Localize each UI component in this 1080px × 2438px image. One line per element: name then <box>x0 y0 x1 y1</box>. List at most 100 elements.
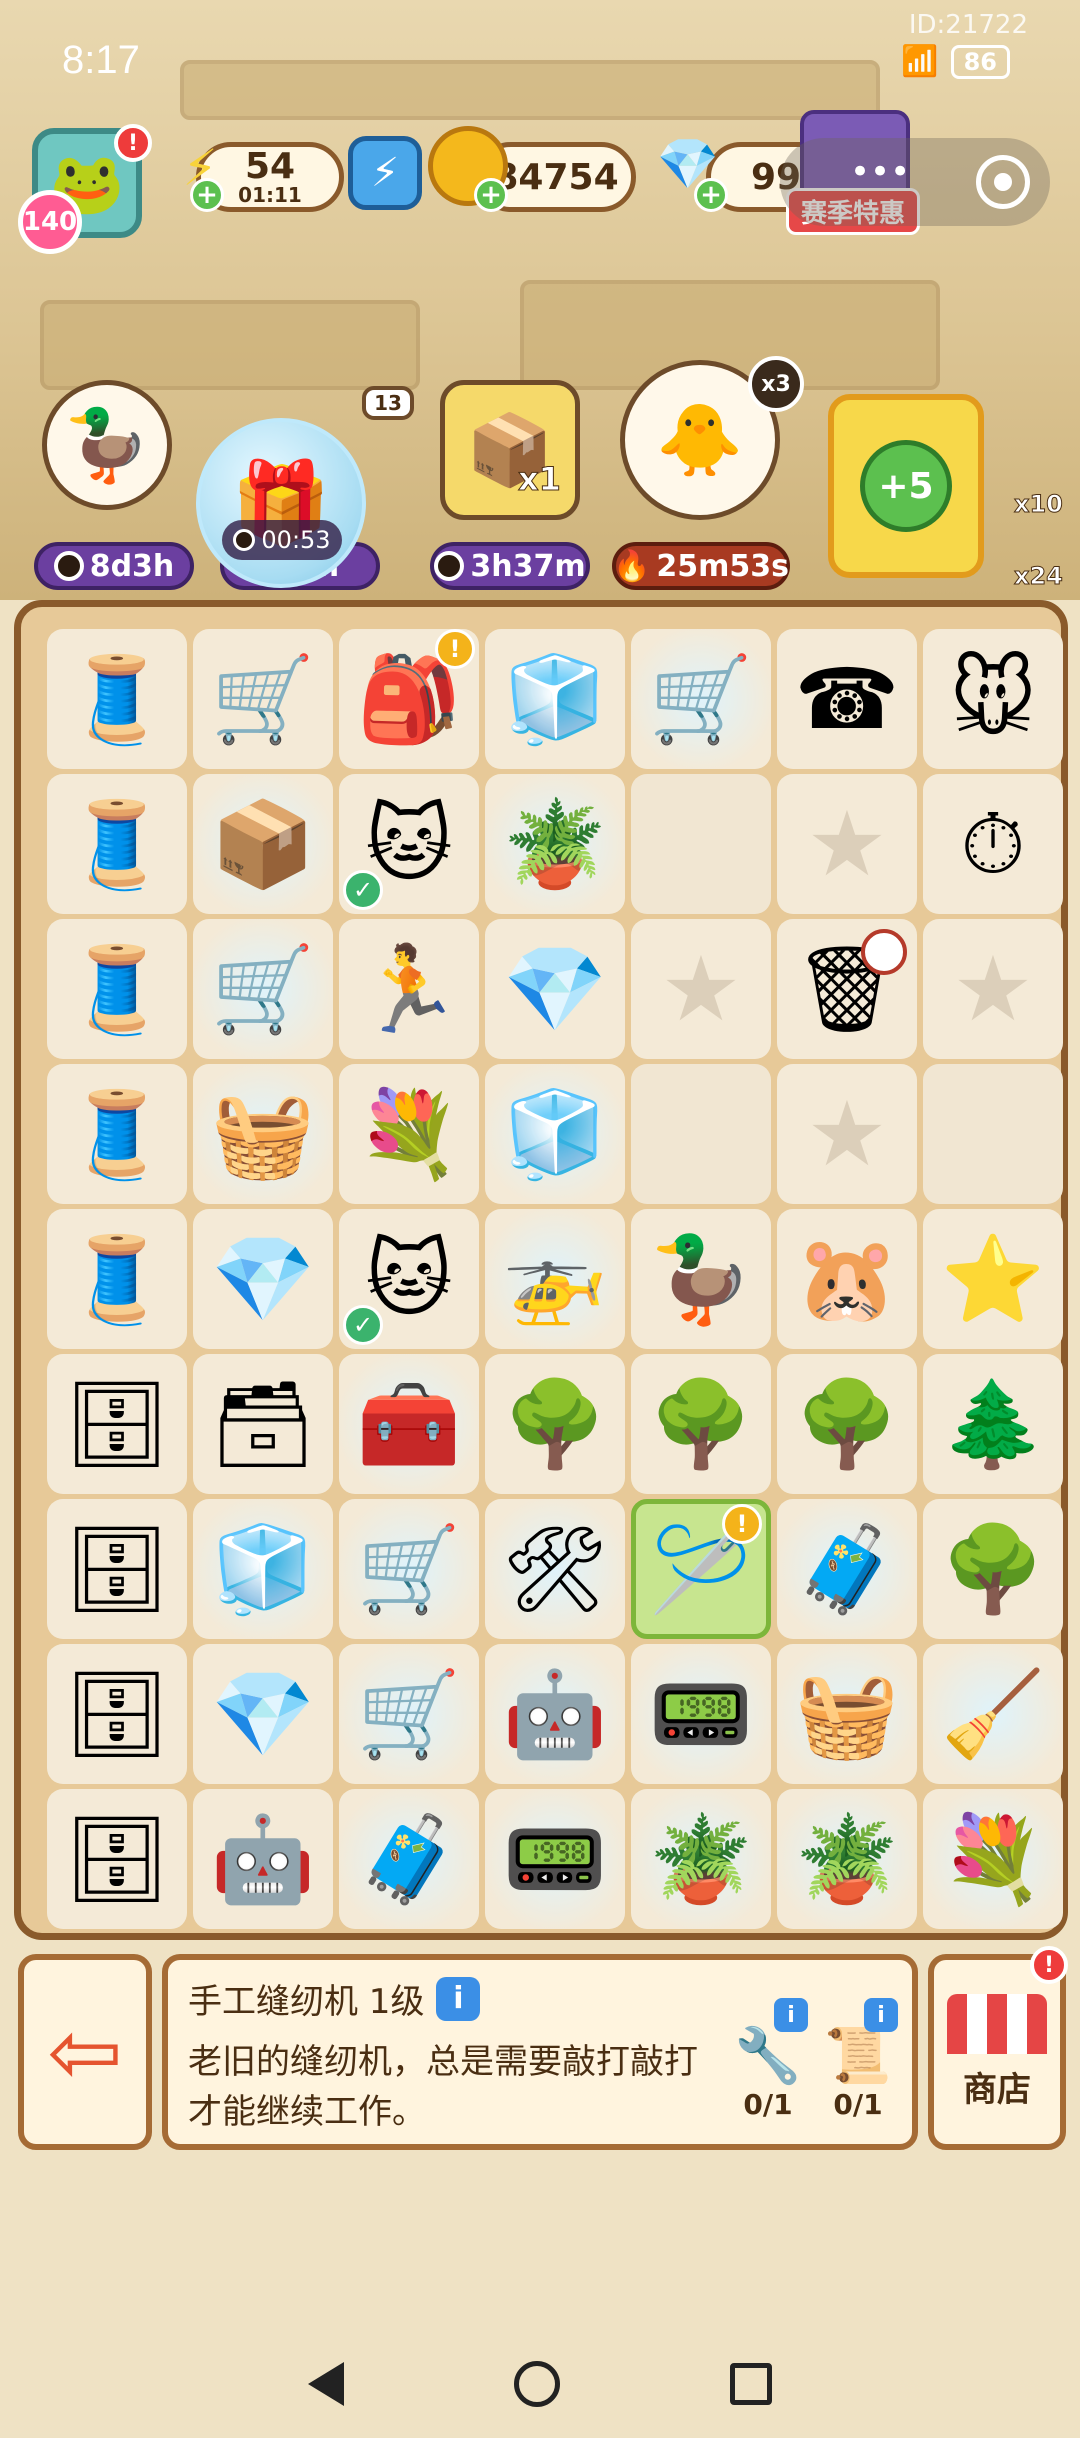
mouse-toy-icon: 🐭 <box>949 650 1037 748</box>
board-cell-shopping-cart[interactable]: 🛒 <box>193 919 333 1059</box>
vacuum-station-icon: 🧹 <box>940 1664 1046 1763</box>
board-cell-robot-vacuum[interactable]: 🤖 <box>485 1644 625 1784</box>
board-cell-tree[interactable]: 🌳 <box>923 1499 1063 1639</box>
requirement-drill[interactable]: i 🔧 0/1 <box>728 1998 808 2134</box>
mini-program-capsule[interactable]: ••• <box>780 138 1050 226</box>
board-cell-tree[interactable]: 🌳 <box>777 1354 917 1494</box>
board-cell-sewing-machine[interactable]: 🧵 <box>47 1064 187 1204</box>
back-nav-icon[interactable] <box>308 2362 344 2406</box>
board-cell-cart-duck[interactable]: 🛒 <box>339 1499 479 1639</box>
board-cell-green-case[interactable]: 🧳 <box>339 1789 479 1929</box>
board-cell-tall-cabinet[interactable]: 🗄 <box>47 1644 187 1784</box>
board-cell-cat-bed[interactable]: 🐱 ✓ <box>339 774 479 914</box>
gem-icon: 💎 <box>502 939 608 1038</box>
board-cell-cat-bed[interactable]: 🐱 ✓ <box>339 1209 479 1349</box>
bubble-gift-item[interactable]: 🎁 <box>196 418 366 588</box>
system-icons: 📶 86 <box>901 44 1010 79</box>
board-cell-robot-vacuum[interactable]: 🤖 <box>193 1789 333 1929</box>
board-cell-green-station[interactable]: 📟 <box>631 1644 771 1784</box>
board-cell-gems-pile[interactable]: 💎 <box>193 1209 333 1349</box>
gift-box-character[interactable]: 📦 <box>440 380 580 520</box>
board-cell-locked[interactable] <box>631 919 771 1059</box>
board-cell-potted-plant[interactable]: 🪴 <box>485 774 625 914</box>
board-cell-small-cabinet[interactable]: 🗃 <box>193 1354 333 1494</box>
board-cell-gem[interactable]: 💎 <box>485 919 625 1059</box>
board-cell-treadmill[interactable]: 🏃 <box>339 919 479 1059</box>
board-cell-green-machine[interactable]: 🧰 <box>339 1354 479 1494</box>
more-icon[interactable]: ••• <box>850 152 910 192</box>
add-gems-button[interactable]: + <box>694 178 728 212</box>
board-cell-sewing-machine[interactable]: 🧵 <box>47 629 187 769</box>
board-cell-duck-figure[interactable]: 🦆 <box>631 1209 771 1349</box>
stopwatch-icon: ⏱ <box>960 794 1026 893</box>
home-nav-icon[interactable] <box>514 2361 560 2407</box>
board-cell-empty[interactable] <box>631 774 771 914</box>
board-cell-empty[interactable] <box>631 1064 771 1204</box>
exit-button[interactable]: ⇦ <box>18 1954 152 2150</box>
board-cell-empty[interactable] <box>923 1064 1063 1204</box>
board-cell-locked[interactable] <box>923 919 1063 1059</box>
board-cell-sewing-machine[interactable]: 🧵 <box>47 1209 187 1349</box>
board-cell-stopwatch[interactable]: ⏱ <box>923 774 1063 914</box>
board-cell-fridge-pink[interactable]: 🧊 <box>193 1499 333 1639</box>
board-cell-hamster[interactable]: 🐹 <box>777 1209 917 1349</box>
recents-nav-icon[interactable] <box>730 2363 772 2405</box>
board-cell-cabinet[interactable]: 🗄 <box>47 1354 187 1494</box>
board-cell-trash-bag[interactable]: 🗑 <box>777 919 917 1059</box>
board-cell-topiary[interactable]: 🌲 <box>923 1354 1063 1494</box>
board-cell-mouse-toy[interactable]: 🐭 <box>923 629 1063 769</box>
fridge-open-icon: 🧊 <box>502 1084 608 1183</box>
board-cell-tree[interactable]: 🌳 <box>631 1354 771 1494</box>
board-cell-locked[interactable] <box>777 1064 917 1204</box>
board-cell-trolley-duck[interactable]: 🛒 <box>193 629 333 769</box>
board-cell-flower-basket[interactable]: 💐 <box>923 1789 1063 1929</box>
board-cell-vacuum-station[interactable]: 🧹 <box>923 1644 1063 1784</box>
board-cell-drone[interactable]: 🚁 <box>485 1209 625 1349</box>
board-cell-potted-plant[interactable]: 🪴 <box>777 1789 917 1929</box>
flower-count: x10 <box>1014 490 1064 519</box>
board-cell-backpack[interactable]: 🎒! <box>339 629 479 769</box>
board-cell-green-case[interactable]: 🧳 <box>777 1499 917 1639</box>
info-icon[interactable]: i <box>864 1998 898 2032</box>
board-cell-locked[interactable] <box>777 774 917 914</box>
check-icon: ✓ <box>343 1305 383 1345</box>
board-cell-flower-basket[interactable]: 💐 <box>339 1064 479 1204</box>
board-cell-sewing-figure[interactable]: 🪡! <box>631 1499 771 1639</box>
board-cell-sewing-machine[interactable]: 🧵 <box>47 774 187 914</box>
board-cell-cart-yellow[interactable]: 🛒 <box>339 1644 479 1784</box>
board-cell-green-station[interactable]: 📟 <box>485 1789 625 1929</box>
board-cell-gems-pile[interactable]: 💎 <box>193 1644 333 1784</box>
board-cell-tall-cabinet[interactable]: 🗄 <box>47 1789 187 1929</box>
board-cell-sewing-machine[interactable]: 🧵 <box>47 919 187 1059</box>
item-info-icon[interactable]: i <box>436 1976 481 2021</box>
board-cell-basket[interactable]: 🧺 <box>193 1064 333 1204</box>
board-cell-potted-plant[interactable]: 🪴 <box>631 1789 771 1929</box>
board-cell-tall-cabinet[interactable]: 🗄 <box>47 1499 187 1639</box>
board-cell-cart[interactable]: 🛒 <box>631 629 771 769</box>
scroll-icon: 📜 <box>824 2024 892 2087</box>
energy-boost-button[interactable]: ⚡ <box>348 136 422 210</box>
board-cell-fridge-open[interactable]: 🧊 <box>485 1064 625 1204</box>
fridge-pink-icon: 🧊 <box>210 1519 316 1618</box>
board-cell-cart-machine[interactable]: 🛠 <box>485 1499 625 1639</box>
board-cell-tree[interactable]: 🌳 <box>485 1354 625 1494</box>
add-energy-button[interactable]: + <box>190 178 224 212</box>
add-coins-button[interactable]: + <box>474 178 508 212</box>
sewing-machine-icon: 🧵 <box>64 1229 170 1328</box>
board-cell-star-toy[interactable]: ⭐ <box>923 1209 1063 1349</box>
close-target-icon[interactable] <box>976 155 1030 209</box>
board-cell-box-cart[interactable]: 📦 <box>193 774 333 914</box>
board-cell-fridge-pink[interactable]: 🧊 <box>485 629 625 769</box>
item-info-panel: 手工缝纫机 1级 i 老旧的缝纫机，总是需要敲打敲打才能继续工作。 i 🔧 0/… <box>162 1954 918 2150</box>
info-icon[interactable]: i <box>774 1998 808 2032</box>
topiary-icon: 🌲 <box>940 1374 1046 1473</box>
requirement-scroll[interactable]: i 📜 0/1 <box>818 1998 898 2134</box>
board-cell-wicker-basket[interactable]: 🧺 <box>777 1644 917 1784</box>
board-cell-phone[interactable]: ☎ <box>777 629 917 769</box>
shop-label: 商店 <box>963 2069 1031 2110</box>
avatar-alert-icon: ! <box>114 124 152 162</box>
duck-figure-icon: 🦆 <box>648 1229 754 1328</box>
pilot-duck-character[interactable]: 🦆 <box>42 380 172 510</box>
hamster-icon: 🐹 <box>794 1229 900 1328</box>
bonus-card[interactable]: +5 <box>828 394 984 578</box>
